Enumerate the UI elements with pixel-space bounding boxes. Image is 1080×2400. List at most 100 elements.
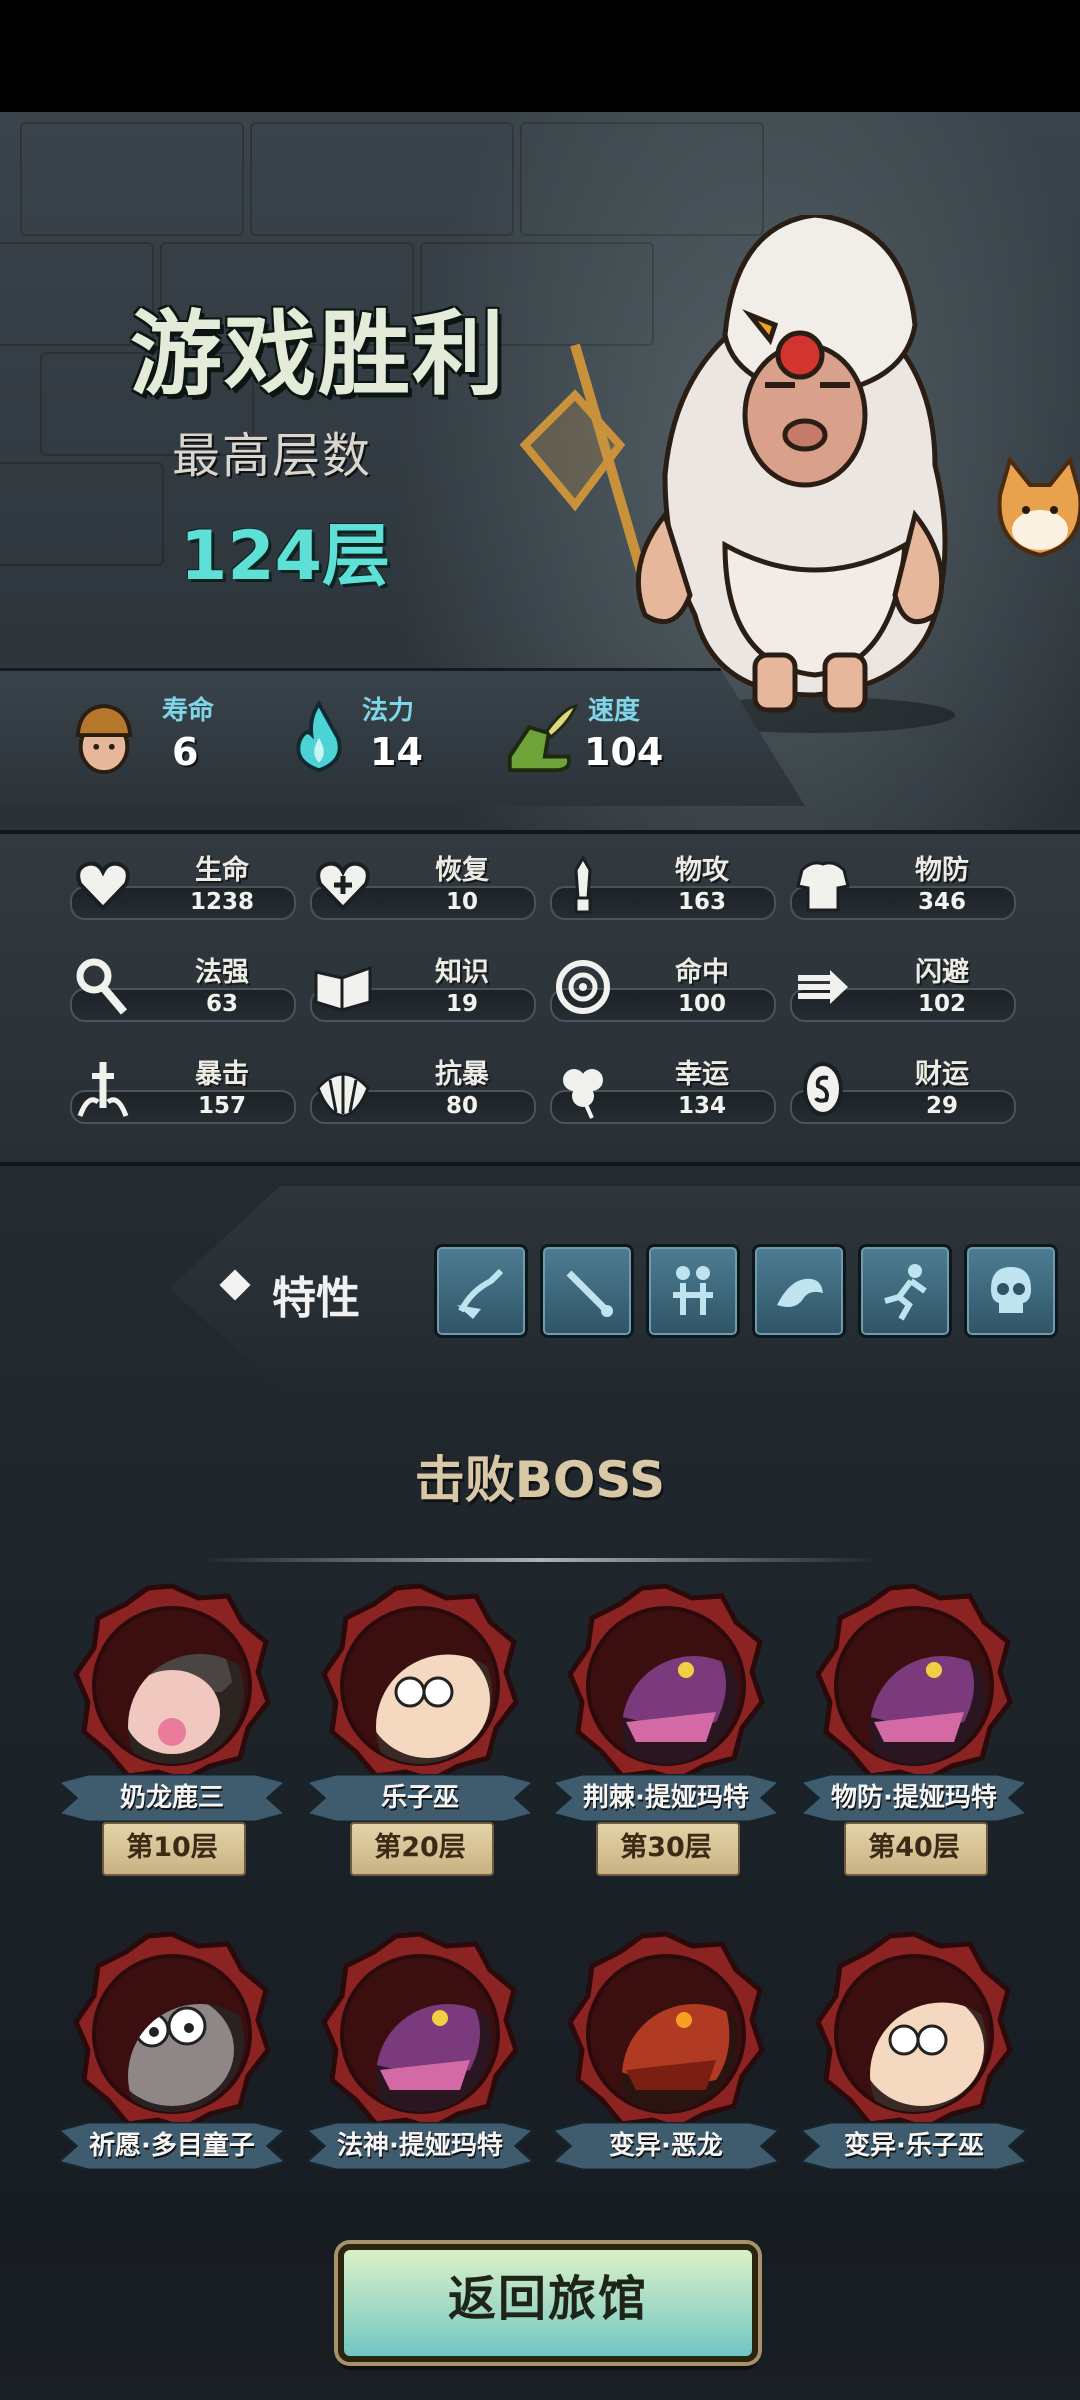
winged-boot-icon [507, 703, 578, 773]
trait-slot-3[interactable] [646, 1244, 740, 1338]
stat-crit-sword: 暴击 157 [70, 1052, 296, 1124]
hero-character-image [519, 215, 955, 733]
boss-card: 乐子巫第20层 [306, 1582, 534, 1882]
stat-value: 102 [917, 991, 966, 1017]
boss-portrait-curly-lady [815, 1931, 1013, 2130]
traits-label: 特性 [272, 1273, 360, 1324]
return-to-inn-label: 返回旅馆 [447, 2271, 648, 2327]
stat-label: 暴击 [195, 1059, 249, 1090]
skull-trait-icon [991, 1267, 1031, 1313]
stat-label: 知识 [435, 957, 489, 988]
stat-value: 63 [205, 991, 238, 1017]
stat-staff: 法强 63 [70, 950, 296, 1022]
summary-speed: 速度 104 [500, 690, 740, 800]
boss-portrait-many-eyes [73, 1931, 271, 2130]
book-icon [314, 965, 372, 1012]
stat-value: 100 [677, 991, 726, 1017]
broom-trait-icon [457, 1268, 504, 1319]
boss-portrait-red-dragon [567, 1931, 765, 2130]
stat-label: 法强 [195, 957, 249, 988]
trait-slot-1[interactable] [434, 1244, 528, 1338]
stat-label: 财运 [915, 1059, 969, 1090]
stat-value: 346 [917, 889, 966, 915]
stat-label: 物防 [915, 855, 969, 886]
boss-name: 乐子巫 [380, 1783, 459, 1813]
boss-card: 奶龙鹿三第10层 [58, 1582, 286, 1882]
armor-icon [796, 861, 850, 912]
stat-heart: 生命 1238 [70, 848, 296, 920]
status-bar [0, 0, 1080, 112]
boss-name: 法神·提娅玛特 [337, 2131, 503, 2161]
arm-trait-icon [777, 1278, 823, 1307]
stat-value: 157 [197, 1093, 246, 1119]
stat-label: 幸运 [675, 1059, 729, 1090]
boss-floor: 第20层 [374, 1832, 466, 1863]
hero-head-icon [75, 704, 133, 774]
sword-icon [574, 855, 592, 914]
stat-book: 知识 19 [310, 950, 536, 1022]
shell-shield-icon [316, 1072, 370, 1118]
boss-portrait-purple-dragon [567, 1583, 765, 1782]
boss-floor: 第40层 [868, 1832, 960, 1863]
divider [200, 1558, 880, 1562]
trait-slot-4[interactable] [752, 1244, 846, 1338]
boss-portrait-purple-dragon [321, 1931, 519, 2130]
mana-label: 法力 [362, 696, 415, 726]
boss-name: 物防·提娅玛特 [831, 1783, 997, 1813]
boss-card: 物防·提娅玛特 第40层 [800, 1582, 1028, 1882]
victory-title: 游戏胜利 [130, 301, 507, 408]
stat-label: 闪避 [915, 957, 969, 988]
dash-arrow-icon [798, 970, 848, 1004]
coin-icon [803, 1062, 843, 1116]
summary-mana: 法力 14 [290, 690, 490, 800]
stat-value: 19 [445, 991, 478, 1017]
boss-name: 奶龙鹿三 [119, 1783, 224, 1813]
boss-card: 荆棘·提娅玛特 第30层 [552, 1582, 780, 1882]
stat-label: 生命 [195, 855, 249, 886]
lifespan-label: 寿命 [162, 696, 215, 726]
stat-label: 命中 [675, 957, 729, 988]
stat-value: 134 [677, 1093, 726, 1119]
return-to-inn-button[interactable]: 返回旅馆 [338, 2244, 758, 2362]
boss-floor: 第30层 [620, 1832, 712, 1863]
boss-floor: 第10层 [126, 1832, 218, 1863]
stat-shell-shield: 抗暴 80 [310, 1052, 536, 1124]
boss-name: 变异·乐子巫 [844, 2131, 984, 2161]
heart-icon [76, 861, 130, 911]
stat-value: 29 [925, 1093, 958, 1119]
stat-heart-plus: 恢复 10 [310, 848, 536, 920]
stat-label: 物攻 [675, 855, 729, 886]
max-floor-label: 最高层数 [172, 428, 373, 484]
boss-name: 变异·恶龙 [609, 2131, 723, 2161]
summary-lifespan: 寿命 6 [70, 690, 290, 800]
stat-value: 80 [445, 1093, 478, 1119]
sword-trait-icon [566, 1270, 613, 1317]
clover-icon [563, 1069, 603, 1119]
boss-name: 祈愿·多目童子 [89, 2131, 255, 2161]
stat-label: 抗暴 [435, 1059, 489, 1090]
defeated-boss-title: 击败BOSS [414, 1451, 666, 1509]
blue-flame-icon [296, 700, 342, 773]
heart-plus-icon [316, 861, 370, 911]
stat-label: 恢复 [435, 855, 489, 886]
boss-portrait-purple-dragon [815, 1583, 1013, 1782]
trait-slot-6[interactable] [964, 1244, 1058, 1338]
trait-slot-2[interactable] [540, 1244, 634, 1338]
stat-sword: 物攻 163 [550, 848, 776, 920]
stat-clover: 幸运 134 [550, 1052, 776, 1124]
stat-dash-arrow: 闪避 102 [790, 950, 1016, 1022]
stat-value: 1238 [189, 889, 254, 915]
lifespan-value: 6 [172, 730, 199, 774]
boss-name: 荆棘·提娅玛特 [583, 1783, 749, 1813]
stat-target: 命中 100 [550, 950, 776, 1022]
stat-coin: 财运 29 [790, 1052, 1016, 1124]
speed-value: 104 [584, 730, 664, 774]
mana-value: 14 [370, 730, 423, 774]
staff-icon [76, 958, 128, 1015]
twins-trait-icon [673, 1266, 713, 1315]
trait-slot-5[interactable] [858, 1244, 952, 1338]
crit-sword-icon [77, 1062, 129, 1117]
boss-portrait-curly-lady [321, 1583, 519, 1782]
boss-portrait-baby-helmet [73, 1583, 271, 1782]
stat-value: 163 [677, 889, 726, 915]
